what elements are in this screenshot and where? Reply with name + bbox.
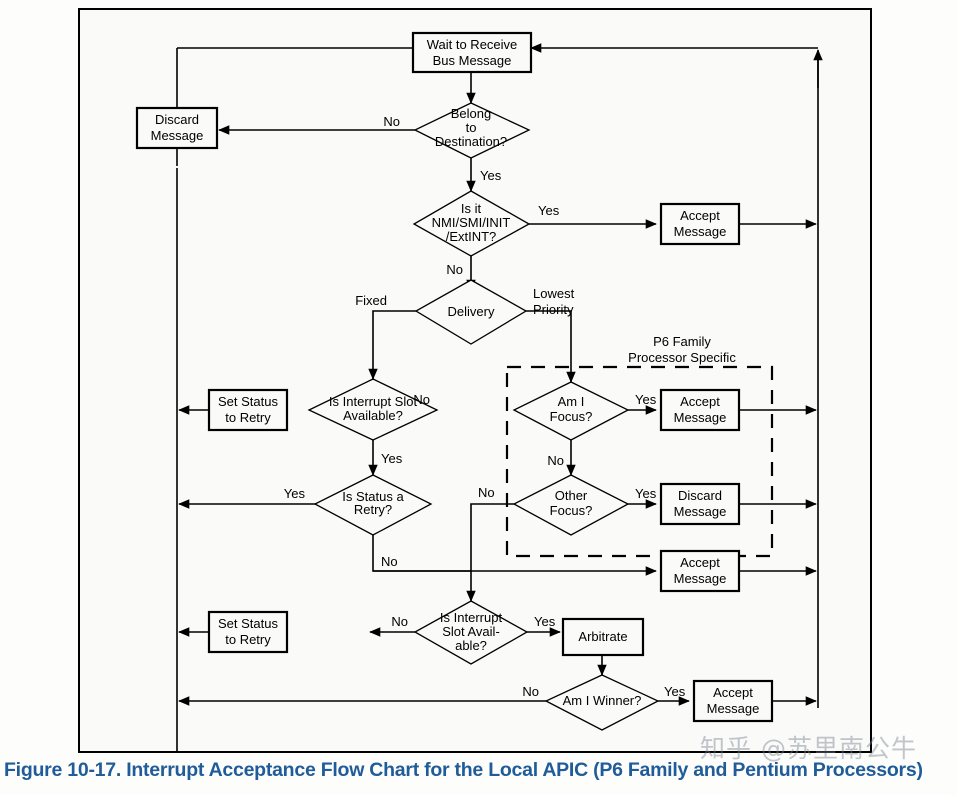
group-label-line1: P6 Family xyxy=(653,334,711,349)
node-discard-other-line1: Discard xyxy=(678,488,722,503)
node-discard-top-line2: Message xyxy=(151,128,204,143)
node-delivery[interactable]: Delivery xyxy=(414,279,528,345)
node-belong-line2: to xyxy=(466,120,477,135)
node-status-retry-line2: Retry? xyxy=(354,502,392,517)
node-set-status-to-retry-2[interactable]: Set Status to Retry xyxy=(207,610,289,654)
node-retry2-line2: to Retry xyxy=(225,632,271,647)
node-discard-top-line1: Discard xyxy=(155,112,199,127)
node-accept-nmi-line1: Accept xyxy=(680,208,720,223)
label-delivery-fixed: Fixed xyxy=(355,293,387,308)
node-set-status-to-retry-1[interactable]: Set Status to Retry xyxy=(207,388,289,432)
node-other-focus[interactable]: Other Focus? xyxy=(512,474,630,536)
node-discard-message-top[interactable]: Discard Message xyxy=(135,106,219,150)
node-slot1-line1: Is Interrupt Slot xyxy=(329,394,418,409)
node-belong-line3: Destination? xyxy=(435,134,507,149)
label-nmi-yes: Yes xyxy=(538,203,560,218)
node-is-status-a-retry[interactable]: Is Status a Retry? xyxy=(313,474,433,536)
node-accept-focus-line2: Message xyxy=(674,410,727,425)
node-accept-lowest-line1: Accept xyxy=(680,555,720,570)
label-nmi-no: No xyxy=(446,262,463,277)
node-focus-line2: Focus? xyxy=(550,409,593,424)
label-winner-yes: Yes xyxy=(664,684,686,699)
label-winner-no: No xyxy=(522,684,539,699)
node-accept-winner-line2: Message xyxy=(707,701,760,716)
figure-caption: Figure 10-17. Interrupt Acceptance Flow … xyxy=(4,759,923,781)
node-accept-message-winner[interactable]: Accept Message xyxy=(692,679,774,723)
node-accept-message-nmi[interactable]: Accept Message xyxy=(659,202,741,246)
group-label-line2: Processor Specific xyxy=(628,350,736,365)
node-retry2-line1: Set Status xyxy=(218,616,278,631)
node-am-i-focus[interactable]: Am I Focus? xyxy=(512,381,630,441)
interrupt-acceptance-flowchart: P6 Family Processor Specific Wait to Rec… xyxy=(135,31,823,753)
label-belong-no: No xyxy=(383,114,400,129)
node-discard-message-other-focus[interactable]: Discard Message xyxy=(659,482,741,526)
node-retry1-line2: to Retry xyxy=(225,410,271,425)
node-nmi-line1: Is it xyxy=(461,201,482,216)
node-accept-focus-line1: Accept xyxy=(680,394,720,409)
label-other-no: No xyxy=(478,485,495,500)
node-slot2-line2: Slot Avail- xyxy=(442,624,500,639)
node-is-interrupt-slot-available-2[interactable]: Is Interrupt Slot Avail- able? xyxy=(413,600,529,665)
label-retry-no: No xyxy=(381,554,398,569)
document-page: P6 Family Processor Specific Wait to Rec… xyxy=(0,0,957,795)
edge-delivery-fixed xyxy=(368,310,416,380)
edge-delivery-lowest-priority xyxy=(526,310,576,383)
node-slot1-line2: Available? xyxy=(343,408,403,423)
node-is-it-nmi-smi-init-extint[interactable]: Is it NMI/SMI/INIT /ExtINT? xyxy=(412,190,531,257)
node-arbitrate[interactable]: Arbitrate xyxy=(561,617,645,657)
node-am-i-winner[interactable]: Am I Winner? xyxy=(544,674,660,731)
label-slot1-no: No xyxy=(413,392,430,407)
node-slot2-line1: Is Interrupt xyxy=(440,610,503,625)
node-retry1-line1: Set Status xyxy=(218,394,278,409)
label-delivery-lowest-1: Lowest xyxy=(533,286,575,301)
node-accept-message-focus[interactable]: Accept Message xyxy=(659,388,741,432)
node-belong-to-destination[interactable]: Belong to Destination? xyxy=(413,102,531,159)
node-accept-lowest-line2: Message xyxy=(674,571,727,586)
label-belong-yes: Yes xyxy=(480,168,502,183)
node-nmi-line3: /ExtINT? xyxy=(446,229,497,244)
node-accept-message-lowest[interactable]: Accept Message xyxy=(659,549,741,593)
node-wait-line2: Bus Message xyxy=(433,53,512,68)
node-accept-winner-line1: Accept xyxy=(713,685,753,700)
node-arbitrate-label: Arbitrate xyxy=(578,629,627,644)
label-slot2-no: No xyxy=(391,614,408,629)
edge-other-focus-no xyxy=(470,503,514,571)
label-slot2-yes: Yes xyxy=(534,614,556,629)
node-other-focus-line1: Other xyxy=(555,488,588,503)
label-focus-no: No xyxy=(547,453,564,468)
node-focus-line1: Am I xyxy=(558,394,585,409)
node-delivery-label: Delivery xyxy=(448,304,495,319)
node-slot2-line3: able? xyxy=(455,638,487,653)
node-discard-other-line2: Message xyxy=(674,504,727,519)
label-other-yes: Yes xyxy=(635,486,657,501)
label-retry-yes: Yes xyxy=(284,486,306,501)
node-other-focus-line2: Focus? xyxy=(550,503,593,518)
node-wait-to-receive-bus-message[interactable]: Wait to Receive Bus Message xyxy=(411,31,533,74)
node-winner-label: Am I Winner? xyxy=(563,693,642,708)
node-nmi-line2: NMI/SMI/INIT xyxy=(432,215,511,230)
label-slot1-yes: Yes xyxy=(381,451,403,466)
label-delivery-lowest-2: Priority xyxy=(533,302,574,317)
node-wait-line1: Wait to Receive xyxy=(427,37,518,52)
label-focus-yes: Yes xyxy=(635,392,657,407)
node-is-interrupt-slot-available-1[interactable]: Is Interrupt Slot Available? xyxy=(307,378,439,441)
node-accept-nmi-line2: Message xyxy=(674,224,727,239)
node-belong-line1: Belong xyxy=(451,106,491,121)
